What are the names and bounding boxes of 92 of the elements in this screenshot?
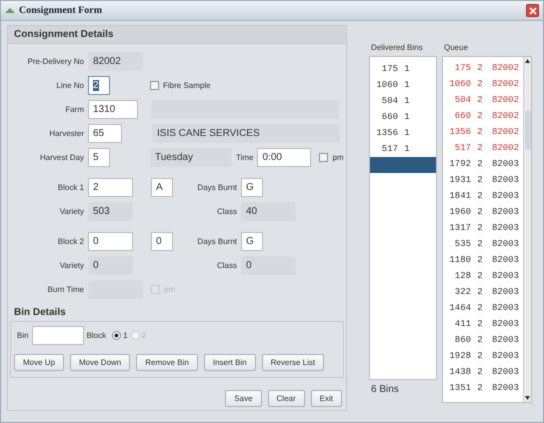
list-item[interactable]: 1792 2 82003 [443, 156, 523, 172]
pm-checkbox[interactable] [319, 153, 328, 162]
list-item[interactable]: 128 2 82003 [443, 268, 523, 284]
form-action-button[interactable]: Clear [268, 390, 305, 407]
block-code-field[interactable]: A [151, 178, 173, 197]
section-title: Bin Details [13, 306, 67, 320]
block-field[interactable]: 0 [88, 232, 133, 251]
list-item[interactable]: 1060 2 82002 [443, 76, 523, 92]
list-item[interactable]: 1960 2 82003 [443, 204, 523, 220]
delivered-bins-list[interactable]: 175 1 1060 1 504 1 660 1 1356 1 517 1 [369, 56, 437, 380]
class-value: 0 [241, 256, 296, 275]
list-item[interactable]: 1317 2 82003 [443, 220, 523, 236]
scrollbar[interactable] [523, 57, 531, 402]
field-label: Harvest Day [38, 153, 85, 162]
variety-value: 503 [88, 202, 133, 221]
list-item[interactable]: 1931 2 82003 [443, 172, 523, 188]
checkbox-label: pm [332, 153, 344, 162]
list-item[interactable]: 1351 2 82003 [443, 380, 523, 396]
list-action-button[interactable]: Move Down [70, 354, 130, 371]
pre-delivery-value: 82002 [88, 52, 143, 71]
list-item[interactable]: 1928 2 82003 [443, 348, 523, 364]
close-icon [528, 6, 536, 14]
queue-list[interactable] [442, 56, 532, 403]
window-icon [5, 6, 15, 14]
list-item[interactable]: 504 2 82002 [443, 92, 523, 108]
field-label: Harvester [48, 129, 85, 138]
list-item[interactable]: 1841 2 82003 [443, 188, 523, 204]
list-item[interactable]: 1060 1 [370, 77, 436, 93]
list-item[interactable]: 504 1 [370, 93, 436, 109]
block-radio[interactable] [112, 331, 122, 340]
harvester-field[interactable]: 65 [88, 124, 122, 143]
column-title: Queue [443, 42, 470, 54]
time-field[interactable]: 0:00 [257, 148, 312, 167]
list-item[interactable]: 322 2 82003 [443, 284, 523, 300]
field-label: Variety [58, 261, 85, 270]
list-item[interactable]: 660 1 [370, 109, 436, 125]
field-label: Class [216, 261, 238, 270]
list-item[interactable]: 1464 2 82003 [443, 300, 523, 316]
farm-field[interactable]: 1310 [88, 100, 138, 119]
block-field[interactable]: 2 [88, 178, 133, 197]
field-label: Class [216, 207, 238, 216]
field-label: Line No [55, 81, 85, 90]
list-item[interactable]: 175 2 82002 [443, 60, 523, 76]
field-label: Days Burnt [196, 237, 238, 246]
field-label: Farm [64, 105, 85, 114]
day-name-field: Tuesday [150, 148, 232, 167]
list-item[interactable]: 1356 2 82002 [443, 124, 523, 140]
harvest-day-field[interactable]: 5 [88, 148, 110, 167]
list-item[interactable]: 535 2 82003 [443, 236, 523, 252]
days-burnt-field[interactable]: G [241, 232, 263, 251]
list-action-button[interactable]: Move Up [14, 354, 64, 371]
bin-field[interactable] [32, 326, 84, 345]
bin-count: 6 Bins [370, 383, 400, 397]
window-title: Consignment Form [19, 5, 102, 16]
list-item[interactable]: 1356 1 [370, 125, 436, 141]
list-item[interactable]: 860 2 82003 [443, 332, 523, 348]
scroll-down-icon [525, 396, 530, 400]
selected-empty-row[interactable] [370, 157, 436, 173]
list-action-button[interactable]: Remove Bin [136, 354, 198, 371]
checkbox-label: Fibre Sample [163, 81, 211, 90]
days-burnt-field[interactable]: G [241, 178, 263, 197]
list-item[interactable]: 517 2 82002 [443, 140, 523, 156]
form-action-button[interactable]: Save [225, 390, 262, 407]
list-item[interactable]: 1180 2 82003 [443, 252, 523, 268]
section-title: Consignment Details [8, 26, 346, 44]
variety-value: 0 [88, 256, 133, 275]
field-label: Time [235, 153, 254, 162]
block-code-field[interactable]: 0 [151, 232, 173, 251]
fibre-sample-checkbox[interactable] [150, 81, 159, 90]
field-label: Block [86, 331, 108, 340]
list-item[interactable]: 175 1 [370, 61, 436, 77]
field-label: Days Burnt [196, 183, 238, 192]
list-action-button[interactable]: Reverse List [262, 354, 324, 371]
field-label: Bin [16, 331, 30, 340]
field-label: Block 1 [56, 183, 85, 192]
class-value: 40 [241, 202, 296, 221]
form-action-button[interactable]: Exit [310, 390, 342, 407]
list-item[interactable]: 411 2 82003 [443, 316, 523, 332]
list-action-button[interactable]: Insert Bin [204, 354, 256, 371]
list-item[interactable]: 1438 2 82003 [443, 364, 523, 380]
line-no-field[interactable]: 2 [88, 76, 110, 95]
harvester-name-field: ISIS CANE SERVICES [152, 124, 340, 143]
radio-label: 1 [123, 331, 128, 340]
field-label: Pre-Delivery No [26, 57, 85, 66]
field-label: Burn Time [46, 285, 85, 294]
field-label: Variety [58, 207, 85, 216]
column-title: Delivered Bins [370, 42, 424, 54]
field-label: Block 2 [56, 237, 85, 246]
list-item[interactable]: 517 1 [370, 141, 436, 157]
close-button[interactable] [526, 4, 539, 17]
list-item[interactable]: 660 2 82002 [443, 108, 523, 124]
scroll-up-icon [525, 59, 530, 63]
